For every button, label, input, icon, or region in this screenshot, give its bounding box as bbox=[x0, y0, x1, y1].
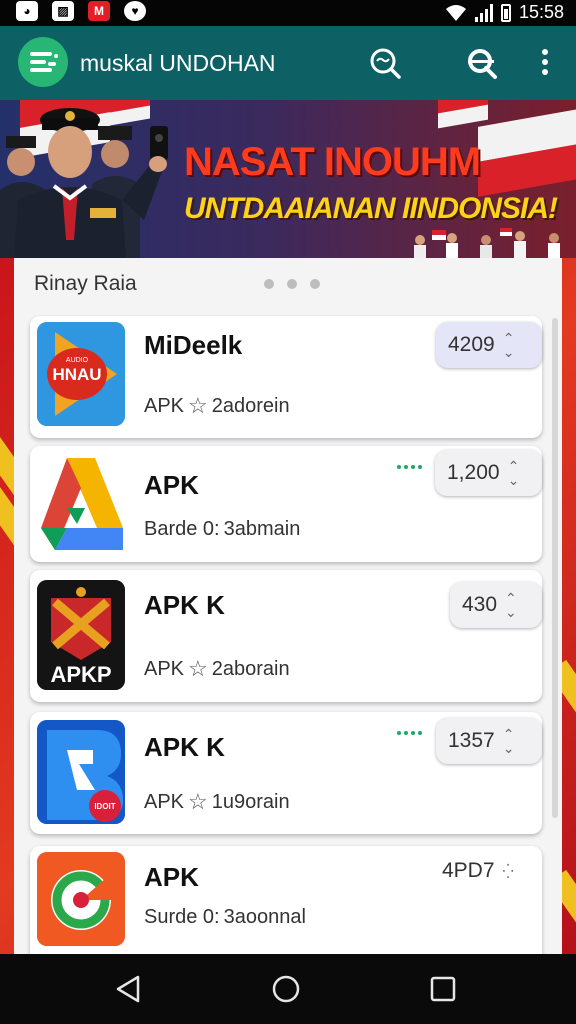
list-item[interactable]: AUDIO HNAU MiDeelk APK ☆ 2adorein 4209 ⌃… bbox=[30, 316, 542, 438]
app-meta: APK ☆ 1u9orain bbox=[144, 789, 290, 815]
count-value: 1,200 bbox=[447, 461, 500, 484]
download-count[interactable]: 4PD7 ⁛ bbox=[430, 848, 542, 894]
notification-icons: ◕ ▨ M ♥ bbox=[16, 1, 146, 21]
updown-icon: ⌃ ⌄ bbox=[502, 726, 515, 756]
count-value: 4209 bbox=[448, 333, 495, 356]
list-item[interactable]: APK Barde 0: 3abmain 1,200 ⌃ ⌄ bbox=[30, 446, 542, 562]
cat-icon: ◕ bbox=[16, 1, 38, 21]
app-title: muskal UNDOHAN bbox=[80, 50, 276, 76]
app-icon: APKP bbox=[37, 580, 125, 690]
banner-title: NASAT INOUHM bbox=[184, 140, 481, 184]
updown-icon: ⌃ ⌄ bbox=[502, 330, 515, 360]
list-item[interactable]: APK Surde 0: 3aoonnal 4PD7 ⁛ bbox=[30, 846, 542, 954]
c-logo-icon bbox=[37, 852, 125, 946]
battery-icon bbox=[500, 3, 511, 22]
meta-text: 1u9orain bbox=[211, 790, 290, 813]
meta-prefix: Surde 0: bbox=[144, 906, 220, 928]
updown-icon: ⌃ ⌄ bbox=[505, 590, 517, 620]
status-bar: ◕ ▨ M ♥ 15:58 bbox=[0, 0, 576, 26]
download-count[interactable]: 1357 ⌃ ⌄ bbox=[436, 718, 542, 764]
app-icon bbox=[37, 852, 125, 946]
home-icon[interactable] bbox=[269, 972, 303, 1006]
app-list-panel: Rinay Raia AUDIO HNAU MiDeelk APK ☆ 2ado… bbox=[14, 258, 562, 954]
star-icon: ☆ bbox=[188, 393, 208, 418]
star-icon: ☆ bbox=[188, 789, 208, 814]
status-dots-icon bbox=[397, 731, 422, 735]
icon-badge: IDOIT bbox=[94, 802, 115, 811]
app-meta: APK ☆ 2adorein bbox=[144, 393, 290, 419]
scrollbar[interactable] bbox=[552, 318, 558, 818]
app-name: APK bbox=[144, 862, 199, 892]
list-header: Rinay Raia bbox=[34, 272, 137, 295]
recents-icon[interactable] bbox=[426, 972, 460, 1006]
app-name: MiDeelk bbox=[144, 330, 243, 360]
download-count[interactable]: 4209 ⌃ ⌄ bbox=[436, 322, 542, 368]
meta-text: 3aoonnal bbox=[223, 906, 306, 928]
crowd-illustration bbox=[414, 228, 560, 258]
app-meta: APK ☆ 2aborain bbox=[144, 656, 290, 682]
more-dots-icon[interactable] bbox=[264, 279, 320, 289]
gmail-icon: M bbox=[88, 1, 110, 21]
download-count[interactable]: 1,200 ⌃ ⌄ bbox=[435, 450, 542, 496]
drive-logo-icon bbox=[41, 458, 123, 550]
app-name: APK K bbox=[144, 590, 225, 620]
clock: 15:58 bbox=[518, 2, 564, 22]
search-icon[interactable] bbox=[368, 46, 402, 80]
more-vert-icon[interactable] bbox=[528, 46, 562, 80]
app-name: APK bbox=[144, 470, 199, 500]
icon-label: APKP bbox=[50, 662, 111, 687]
image-icon: ▨ bbox=[52, 1, 74, 21]
app-meta: Barde 0: 3abmain bbox=[144, 518, 300, 541]
meta-prefix: APK bbox=[144, 657, 185, 680]
app-name: APK K bbox=[144, 732, 225, 762]
meta-text: 2aborain bbox=[211, 657, 290, 680]
meta-text: 3abmain bbox=[223, 518, 301, 540]
app-meta: Surde 0: 3aoonnal bbox=[144, 906, 306, 929]
app-icon bbox=[37, 452, 125, 556]
download-count[interactable]: 430 ⌃ ⌄ bbox=[450, 582, 542, 628]
count-value: 430 bbox=[462, 593, 498, 616]
move-icon: ⁛ bbox=[502, 863, 514, 879]
app-icon: IDOIT bbox=[37, 720, 125, 824]
signal-icon bbox=[474, 3, 493, 22]
apkp-logo-icon: APKP bbox=[37, 580, 125, 690]
flag-icon bbox=[478, 109, 576, 197]
heart-icon: ♥ bbox=[124, 1, 146, 21]
content-area: Rinay Raia AUDIO HNAU MiDeelk APK ☆ 2ado… bbox=[0, 258, 576, 954]
status-dots-icon bbox=[397, 465, 422, 469]
meta-prefix: APK bbox=[144, 790, 185, 813]
count-value: 4PD7 bbox=[442, 859, 495, 882]
b-logo-icon: IDOIT bbox=[37, 720, 125, 824]
app-icon: AUDIO HNAU bbox=[37, 322, 125, 426]
list-item[interactable]: APKP APK K APK ☆ 2aborain 430 ⌃ ⌄ bbox=[30, 570, 542, 702]
icon-brand: AUDIO bbox=[66, 357, 89, 364]
app-bar: muskal UNDOHAN bbox=[0, 26, 576, 100]
meta-prefix: APK bbox=[144, 394, 185, 417]
star-icon: ☆ bbox=[188, 656, 208, 681]
back-icon[interactable] bbox=[112, 972, 146, 1006]
updown-icon: ⌃ ⌄ bbox=[507, 458, 520, 488]
search-alt-icon[interactable] bbox=[465, 46, 499, 80]
play-audio-icon: AUDIO HNAU bbox=[37, 322, 125, 426]
list-item[interactable]: IDOIT APK K APK ☆ 1u9orain 1357 ⌃ ⌄ bbox=[30, 712, 542, 834]
promo-banner[interactable]: NASAT INOUHM UNTDAAIANAN IINDONSIA! bbox=[0, 100, 576, 258]
menu-logo-icon[interactable] bbox=[18, 37, 68, 87]
meta-prefix: Barde 0: bbox=[144, 518, 220, 540]
officer-figure bbox=[14, 108, 168, 258]
count-value: 1357 bbox=[448, 729, 495, 752]
wifi-icon bbox=[445, 4, 466, 21]
icon-label: HNAU bbox=[52, 365, 101, 384]
banner-subtitle: UNTDAAIANAN IINDONSIA! bbox=[184, 192, 558, 225]
flag-icon bbox=[438, 100, 488, 129]
meta-text: 2adorein bbox=[211, 394, 290, 417]
navigation-bar bbox=[0, 954, 576, 1024]
